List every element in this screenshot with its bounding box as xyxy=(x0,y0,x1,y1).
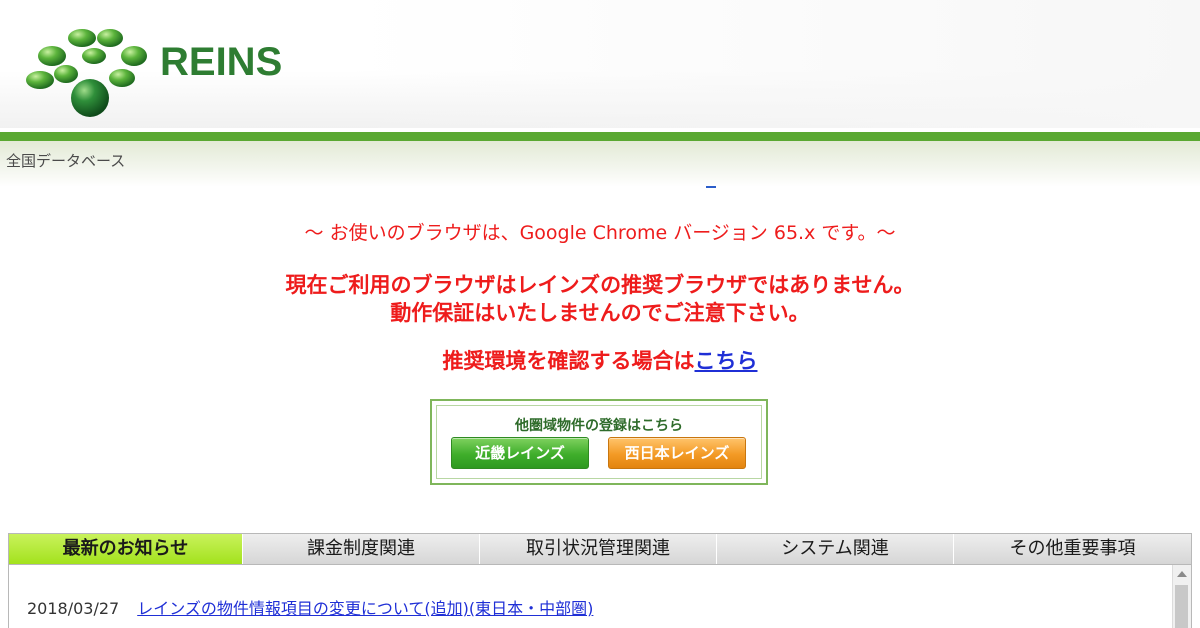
scroll-thumb[interactable] xyxy=(1175,585,1188,628)
region-caption: 他圏域物件の登録はこちら xyxy=(515,418,683,434)
news-list: 2018/03/27 レインズの物件情報項目の変更について(追加)(東日本・中部圏… xyxy=(8,565,1192,628)
recommend-link[interactable]: こちら xyxy=(695,349,758,373)
warning-line-2: 動作保証はいたしませんのでご注意下さい。 xyxy=(390,301,810,325)
news-link[interactable]: レインズの物件情報項目の変更について(追加)(東日本・中部圏) xyxy=(137,599,593,618)
brand-name: REINS xyxy=(160,40,283,84)
news-scrollbar[interactable] xyxy=(1172,565,1191,628)
tab-system[interactable]: システム関連 xyxy=(716,534,953,564)
other-region-box: 他圏域物件の登録はこちら 近畿レインズ 西日本レインズ xyxy=(430,399,768,485)
warning-line-1: 現在ご利用のブラウザはレインズの推奨ブラウザではありません。 xyxy=(285,273,915,297)
list-item: 2018/03/27 レインズの物件情報項目の変更について(追加)(東日本・中部圏… xyxy=(27,595,593,619)
marker-line xyxy=(706,186,716,188)
subheader-bar xyxy=(0,141,1200,187)
header-fade xyxy=(345,0,1200,128)
recommend-environment: 推奨環境を確認する場合はこちら xyxy=(0,345,1200,375)
recommend-prefix: 推奨環境を確認する場合は xyxy=(442,349,695,373)
scroll-up-arrow-icon[interactable] xyxy=(1177,571,1187,577)
tab-billing[interactable]: 課金制度関連 xyxy=(242,534,479,564)
database-title: 全国データベース xyxy=(6,152,126,170)
reins-clover-logo xyxy=(26,29,147,117)
news-tabs: 最新のお知らせ 課金制度関連 取引状況管理関連 システム関連 その他重要事項 xyxy=(8,533,1192,565)
browser-notice: 〜 お使いのブラウザは、Google Chrome バージョン 65.x です。… xyxy=(304,222,896,244)
site-header: REINS xyxy=(0,0,1200,128)
news-date: 2018/03/27 xyxy=(27,599,120,618)
tab-transaction-status[interactable]: 取引状況管理関連 xyxy=(479,534,716,564)
tab-latest-news[interactable]: 最新のお知らせ xyxy=(9,534,242,564)
tab-other-important[interactable]: その他重要事項 xyxy=(953,534,1191,564)
header-divider xyxy=(0,132,1200,141)
kinki-reins-button[interactable]: 近畿レインズ xyxy=(451,437,589,469)
west-japan-reins-button[interactable]: 西日本レインズ xyxy=(608,437,746,469)
